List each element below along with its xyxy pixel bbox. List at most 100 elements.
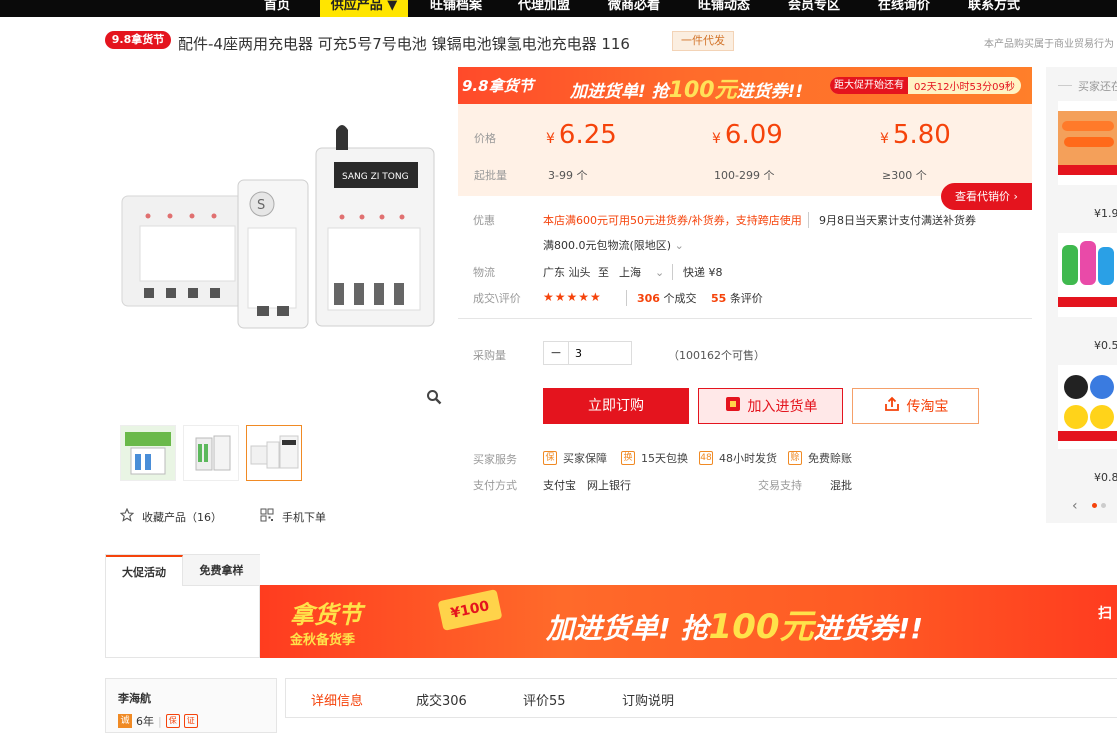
promo-slogan: 加进货单! 抢100元进货券!!	[570, 78, 804, 103]
thumbnail-2[interactable]	[183, 425, 239, 481]
service-buyer-protection[interactable]: 保买家保障	[543, 450, 607, 466]
thumbnail-3[interactable]	[246, 425, 302, 481]
promo-countdown: 距大促开始还有 02天12小时53分09秒	[830, 77, 1021, 94]
service-48h-ship[interactable]: 48 48小时发货	[699, 450, 777, 466]
nav-wechat[interactable]: 微商必看	[602, 0, 666, 17]
mobile-order-button[interactable]: 手机下单	[260, 508, 326, 525]
banner-subtitle: 金秋备货季	[290, 633, 356, 648]
shipping-promo[interactable]: 满800.0元包物流(限地区) ⌄	[543, 237, 684, 253]
nav-profile[interactable]: 旺铺档案	[424, 0, 488, 17]
share-to-taobao-label: 传淘宝	[906, 399, 949, 415]
carousel-dots	[1092, 503, 1106, 508]
decrease-button[interactable]: −	[544, 342, 569, 364]
tab-free-sample[interactable]: 免费拿样	[183, 555, 260, 586]
ship-from: 广东 汕头	[543, 266, 591, 279]
upload-icon	[883, 395, 901, 417]
carousel-dot[interactable]	[1092, 503, 1097, 508]
moq-label: 起批量	[474, 169, 507, 182]
nav-home[interactable]: 首页	[258, 0, 296, 17]
countdown-label: 距大促开始还有	[830, 77, 908, 94]
zoom-icon[interactable]	[426, 389, 442, 405]
add-to-cart-label: 加入进货单	[747, 399, 818, 415]
main-product-image[interactable]: S SANG ZI TONG	[112, 118, 447, 333]
sold-count[interactable]: 306 个成交	[626, 290, 696, 306]
recommend-item-2[interactable]	[1058, 233, 1117, 317]
product-title: 配件-4座两用充电器 可充5号7号电池 镍镉电池镍氢电池充电器 116	[178, 35, 630, 53]
tab-transactions[interactable]: 成交306	[416, 690, 467, 709]
detail-tabs: 详细信息 成交306 评价55 订购说明	[285, 678, 1117, 718]
favorite-button[interactable]: 收藏产品（16）	[119, 507, 222, 525]
qr-code-icon	[260, 508, 274, 525]
banner-slogan: 加进货单! 抢100元进货券!!	[546, 607, 924, 647]
services-label: 买家服务	[473, 453, 517, 466]
nav-inquiry[interactable]: 在线询价	[872, 0, 936, 17]
promo-logo: 9.8拿货节	[462, 77, 534, 95]
svg-text:S: S	[257, 198, 265, 213]
nav-contact[interactable]: 联系方式	[962, 0, 1026, 17]
trade-note: 本产品购买属于商业贸易行为	[984, 39, 1114, 50]
nav-members[interactable]: 会员专区	[782, 0, 846, 17]
chevron-down-icon: ⌄	[655, 266, 665, 279]
seller-name[interactable]: 李海航	[118, 690, 151, 706]
express-fee: 快递 ¥8	[672, 264, 723, 280]
mobile-order-label: 手机下单	[282, 510, 326, 524]
tab-promotion[interactable]: 大促活动	[106, 555, 183, 586]
deals-label: 成交\评价	[473, 292, 521, 305]
review-count[interactable]: 55 条评价	[711, 290, 763, 306]
price-label: 价格	[474, 132, 496, 145]
price-panel: 价格 起批量 ¥6.25 ¥6.09 ¥5.80 3-99 个 100-299 …	[458, 104, 1032, 196]
nav-news[interactable]: 旺铺动态	[692, 0, 756, 17]
seller-years: 诚 6年 | 保 证	[118, 713, 198, 729]
cart-icon	[724, 395, 742, 417]
coupon-text: 本店满600元可用50元进货券/补货券，支持跨店使用	[543, 214, 802, 227]
stock-available: （100162个可售）	[668, 349, 765, 362]
ship-icon: 48	[699, 451, 713, 465]
festival-banner[interactable]: 拿货节 金秋备货季 ¥100 加进货单! 抢100元进货券!! 扫	[260, 585, 1117, 658]
trade-support-label: 交易支持	[758, 479, 802, 492]
exchange-icon: 换	[621, 451, 635, 465]
recommend-price-1: ¥1.9	[1094, 207, 1117, 220]
promo-tabs: 大促活动 免费拿样	[105, 554, 260, 658]
seller-card: 李海航 诚 6年 | 保 证	[105, 678, 277, 733]
shield-icon: 保	[165, 714, 180, 728]
coupon-note: 9月8日当天累计支付满送补货券	[808, 212, 976, 228]
service-free-credit[interactable]: 赊免费赊账	[788, 450, 852, 466]
recommend-price-2: ¥0.5	[1094, 339, 1117, 352]
recommend-item-1[interactable]	[1058, 101, 1117, 185]
price-tier-1: ¥6.25	[546, 120, 617, 150]
nav-products[interactable]: 供应产品 ▼	[320, 0, 408, 17]
chevron-left-icon[interactable]: ‹	[1072, 498, 1078, 514]
thumbnail-1[interactable]	[120, 425, 176, 481]
chevron-down-icon: ⌄	[674, 239, 684, 252]
recommend-title: 买家还在看	[1058, 78, 1117, 94]
top-nav: 首页 供应产品 ▼ 旺铺档案 代理加盟 微商必看 旺铺动态 会员专区 在线询价 …	[0, 0, 1117, 17]
dropship-tag[interactable]: 一件代发	[672, 31, 734, 51]
share-to-taobao-button[interactable]: 传淘宝	[852, 388, 979, 424]
coupon-chip: ¥100	[437, 589, 503, 631]
integrity-icon: 诚	[118, 714, 132, 728]
favorite-label: 收藏产品（16）	[142, 510, 222, 524]
tab-details[interactable]: 详细信息	[311, 690, 363, 709]
quantity-stepper: −	[543, 341, 632, 365]
credit-icon: 赊	[788, 451, 802, 465]
divider	[458, 318, 1032, 319]
quantity-input[interactable]	[569, 342, 631, 364]
logistics-label: 物流	[473, 266, 495, 279]
trade-support-value: 混批	[830, 479, 852, 492]
recommend-price-3: ¥0.8	[1094, 471, 1117, 484]
offer-label: 优惠	[473, 214, 495, 227]
carousel-dot[interactable]	[1101, 503, 1106, 508]
service-15day-exchange[interactable]: 换 15天包换	[621, 450, 688, 466]
pay-methods: 支付宝 网上银行	[543, 479, 631, 492]
buy-now-button[interactable]: 立即订购	[543, 388, 689, 424]
recommend-item-3[interactable]	[1058, 365, 1117, 449]
tab-order-notes[interactable]: 订购说明	[622, 690, 674, 709]
add-to-cart-button[interactable]: 加入进货单	[698, 388, 843, 424]
tab-reviews[interactable]: 评价55	[523, 690, 566, 709]
range-tier-3: ≥300 个	[882, 169, 927, 182]
promo-banner[interactable]: 9.8拿货节 加进货单! 抢100元进货券!! 距大促开始还有 02天12小时5…	[458, 67, 1032, 104]
view-distribution-price-button[interactable]: 查看代销价 ›	[941, 183, 1032, 210]
star-outline-icon	[119, 507, 135, 525]
nav-agent[interactable]: 代理加盟	[512, 0, 576, 17]
ship-to-select[interactable]: 上海 ⌄	[619, 264, 664, 280]
